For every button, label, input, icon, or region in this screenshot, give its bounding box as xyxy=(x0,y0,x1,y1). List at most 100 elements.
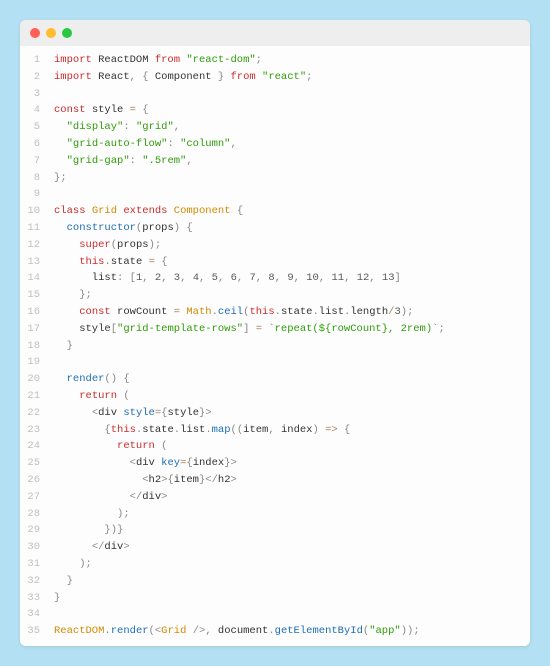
line-number: 15 xyxy=(20,287,54,304)
line-content: import React, { Component } from "react"… xyxy=(54,69,312,86)
line-content: } xyxy=(54,338,73,355)
line-number: 20 xyxy=(20,371,54,388)
code-line: 13 this.state = { xyxy=(20,254,530,271)
line-number: 26 xyxy=(20,472,54,489)
line-number: 29 xyxy=(20,522,54,539)
code-line: 31 ); xyxy=(20,556,530,573)
line-content: ); xyxy=(54,506,130,523)
code-line: 6 "grid-auto-flow": "column", xyxy=(20,136,530,153)
code-line: 1import ReactDOM from "react-dom"; xyxy=(20,52,530,69)
code-line: 20 render() { xyxy=(20,371,530,388)
line-number: 35 xyxy=(20,623,54,640)
code-line: 9 xyxy=(20,186,530,203)
code-line: 10class Grid extends Component { xyxy=(20,203,530,220)
code-line: 35ReactDOM.render(<Grid />, document.get… xyxy=(20,623,530,640)
line-content: list: [1, 2, 3, 4, 5, 6, 7, 8, 9, 10, 11… xyxy=(54,270,401,287)
line-content: super(props); xyxy=(54,237,161,254)
code-line: 12 super(props); xyxy=(20,237,530,254)
code-line: 24 return ( xyxy=(20,438,530,455)
line-number: 14 xyxy=(20,270,54,287)
line-number: 3 xyxy=(20,86,54,103)
code-line: 21 return ( xyxy=(20,388,530,405)
line-content: ReactDOM.render(<Grid />, document.getEl… xyxy=(54,623,420,640)
code-line: 16 const rowCount = Math.ceil(this.state… xyxy=(20,304,530,321)
code-line: 28 ); xyxy=(20,506,530,523)
line-number: 24 xyxy=(20,438,54,455)
code-line: 33} xyxy=(20,590,530,607)
line-number: 7 xyxy=(20,153,54,170)
line-content: this.state = { xyxy=(54,254,168,271)
line-content: <h2>{item}</h2> xyxy=(54,472,237,489)
code-line: 7 "grid-gap": ".5rem", xyxy=(20,153,530,170)
code-line: 22 <div style={style}> xyxy=(20,405,530,422)
code-line: 4const style = { xyxy=(20,102,530,119)
line-content: "grid-auto-flow": "column", xyxy=(54,136,237,153)
code-line: 14 list: [1, 2, 3, 4, 5, 6, 7, 8, 9, 10,… xyxy=(20,270,530,287)
line-number: 21 xyxy=(20,388,54,405)
code-line: 25 <div key={index}> xyxy=(20,455,530,472)
line-number: 5 xyxy=(20,119,54,136)
line-number: 28 xyxy=(20,506,54,523)
code-line: 19 xyxy=(20,354,530,371)
code-line: 23 {this.state.list.map((item, index) =>… xyxy=(20,422,530,439)
line-number: 22 xyxy=(20,405,54,422)
line-number: 9 xyxy=(20,186,54,203)
line-number: 6 xyxy=(20,136,54,153)
code-line: 26 <h2>{item}</h2> xyxy=(20,472,530,489)
line-content: "grid-gap": ".5rem", xyxy=(54,153,193,170)
line-content: <div key={index}> xyxy=(54,455,237,472)
line-content: import ReactDOM from "react-dom"; xyxy=(54,52,262,69)
code-editor[interactable]: 1import ReactDOM from "react-dom";2impor… xyxy=(20,46,530,646)
code-line: 34 xyxy=(20,606,530,623)
code-line: 18 } xyxy=(20,338,530,355)
code-line: 15 }; xyxy=(20,287,530,304)
code-line: 3 xyxy=(20,86,530,103)
line-content: class Grid extends Component { xyxy=(54,203,243,220)
line-content: return ( xyxy=(54,388,130,405)
line-number: 10 xyxy=(20,203,54,220)
line-number: 16 xyxy=(20,304,54,321)
code-window: 1import ReactDOM from "react-dom";2impor… xyxy=(20,20,530,646)
line-content: </div> xyxy=(54,489,167,506)
line-number: 8 xyxy=(20,170,54,187)
line-number: 2 xyxy=(20,69,54,86)
line-content: const style = { xyxy=(54,102,149,119)
line-content: ); xyxy=(54,556,92,573)
close-icon[interactable] xyxy=(30,28,40,38)
line-content: }; xyxy=(54,170,67,187)
window-titlebar xyxy=(20,20,530,46)
line-number: 25 xyxy=(20,455,54,472)
line-number: 27 xyxy=(20,489,54,506)
line-content: }; xyxy=(54,287,92,304)
code-line: 29 })} xyxy=(20,522,530,539)
line-content: "display": "grid", xyxy=(54,119,180,136)
line-number: 23 xyxy=(20,422,54,439)
line-number: 11 xyxy=(20,220,54,237)
line-number: 30 xyxy=(20,539,54,556)
maximize-icon[interactable] xyxy=(62,28,72,38)
line-number: 34 xyxy=(20,606,54,623)
code-line: 17 style["grid-template-rows"] = `repeat… xyxy=(20,321,530,338)
line-content: style["grid-template-rows"] = `repeat(${… xyxy=(54,321,445,338)
line-content: constructor(props) { xyxy=(54,220,193,237)
line-content: </div> xyxy=(54,539,130,556)
line-number: 4 xyxy=(20,102,54,119)
code-line: 30 </div> xyxy=(20,539,530,556)
line-number: 32 xyxy=(20,573,54,590)
code-line: 2import React, { Component } from "react… xyxy=(20,69,530,86)
line-content: } xyxy=(54,573,73,590)
code-line: 5 "display": "grid", xyxy=(20,119,530,136)
line-number: 13 xyxy=(20,254,54,271)
line-number: 33 xyxy=(20,590,54,607)
line-content: })} xyxy=(54,522,123,539)
line-content: const rowCount = Math.ceil(this.state.li… xyxy=(54,304,413,321)
line-content: {this.state.list.map((item, index) => { xyxy=(54,422,350,439)
line-content: return ( xyxy=(54,438,167,455)
code-line: 8}; xyxy=(20,170,530,187)
code-line: 32 } xyxy=(20,573,530,590)
minimize-icon[interactable] xyxy=(46,28,56,38)
line-content: <div style={style}> xyxy=(54,405,212,422)
line-number: 12 xyxy=(20,237,54,254)
line-number: 17 xyxy=(20,321,54,338)
line-content: render() { xyxy=(54,371,130,388)
